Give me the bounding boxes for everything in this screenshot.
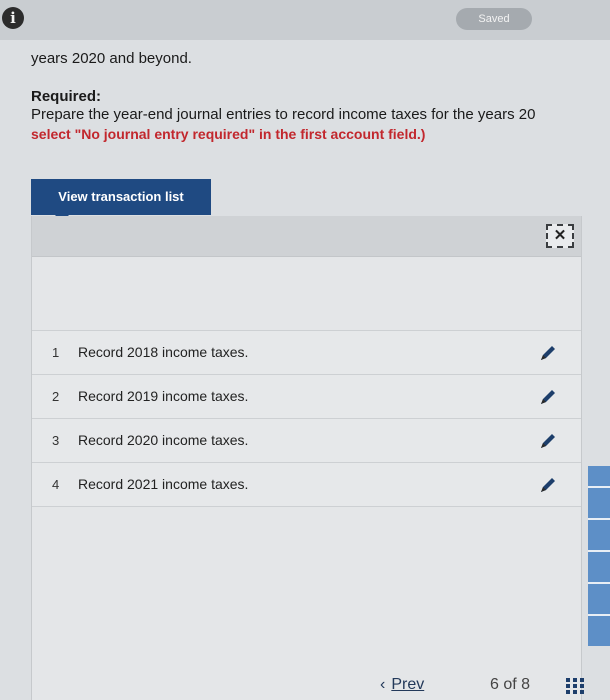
transaction-label: Record 2020 income taxes. — [78, 432, 249, 448]
transaction-list-panel: ✕ 1 Record 2018 income taxes. 2 Record 2… — [31, 216, 582, 700]
question-pager: ‹ Prev 6 of 8 — [0, 676, 610, 700]
saved-status-badge: Saved — [456, 8, 532, 30]
transaction-row[interactable]: 3 Record 2020 income taxes. — [32, 419, 581, 463]
transaction-row[interactable]: 1 Record 2018 income taxes. — [32, 330, 581, 375]
info-icon[interactable]: i — [2, 7, 24, 29]
transaction-row[interactable]: 4 Record 2021 income taxes. — [32, 463, 581, 507]
transaction-number: 3 — [52, 433, 60, 448]
side-table-edge — [588, 466, 610, 646]
transaction-row[interactable]: 2 Record 2019 income taxes. — [32, 375, 581, 419]
panel-header: ✕ — [32, 216, 581, 257]
required-instructions: Prepare the year-end journal entries to … — [31, 106, 536, 123]
transaction-label: Record 2021 income taxes. — [78, 476, 249, 492]
top-bar: i Saved — [0, 0, 610, 40]
transaction-list: 1 Record 2018 income taxes. 2 Record 201… — [32, 330, 581, 507]
transaction-label: Record 2018 income taxes. — [78, 344, 249, 360]
grid-icon[interactable] — [566, 678, 584, 694]
page-indicator: 6 of 8 — [490, 676, 531, 693]
prev-button[interactable]: ‹ Prev — [380, 676, 424, 694]
prev-label: Prev — [391, 676, 425, 693]
pencil-icon[interactable] — [538, 475, 558, 495]
chevron-left-icon: ‹ — [380, 676, 386, 693]
view-transaction-list-button[interactable]: View transaction list — [31, 179, 211, 222]
pencil-icon[interactable] — [538, 387, 558, 407]
transaction-number: 2 — [52, 389, 60, 404]
question-content: years 2020 and beyond. Required: Prepare… — [0, 40, 610, 700]
transaction-number: 4 — [52, 477, 60, 492]
question-intro-text: years 2020 and beyond. — [31, 50, 192, 67]
transaction-number: 1 — [52, 345, 60, 360]
required-note: select "No journal entry required" in th… — [31, 126, 426, 142]
transaction-label: Record 2019 income taxes. — [78, 388, 249, 404]
pencil-icon[interactable] — [538, 343, 558, 363]
pencil-icon[interactable] — [538, 431, 558, 451]
required-heading: Required: — [31, 88, 102, 105]
close-icon[interactable]: ✕ — [546, 224, 574, 248]
